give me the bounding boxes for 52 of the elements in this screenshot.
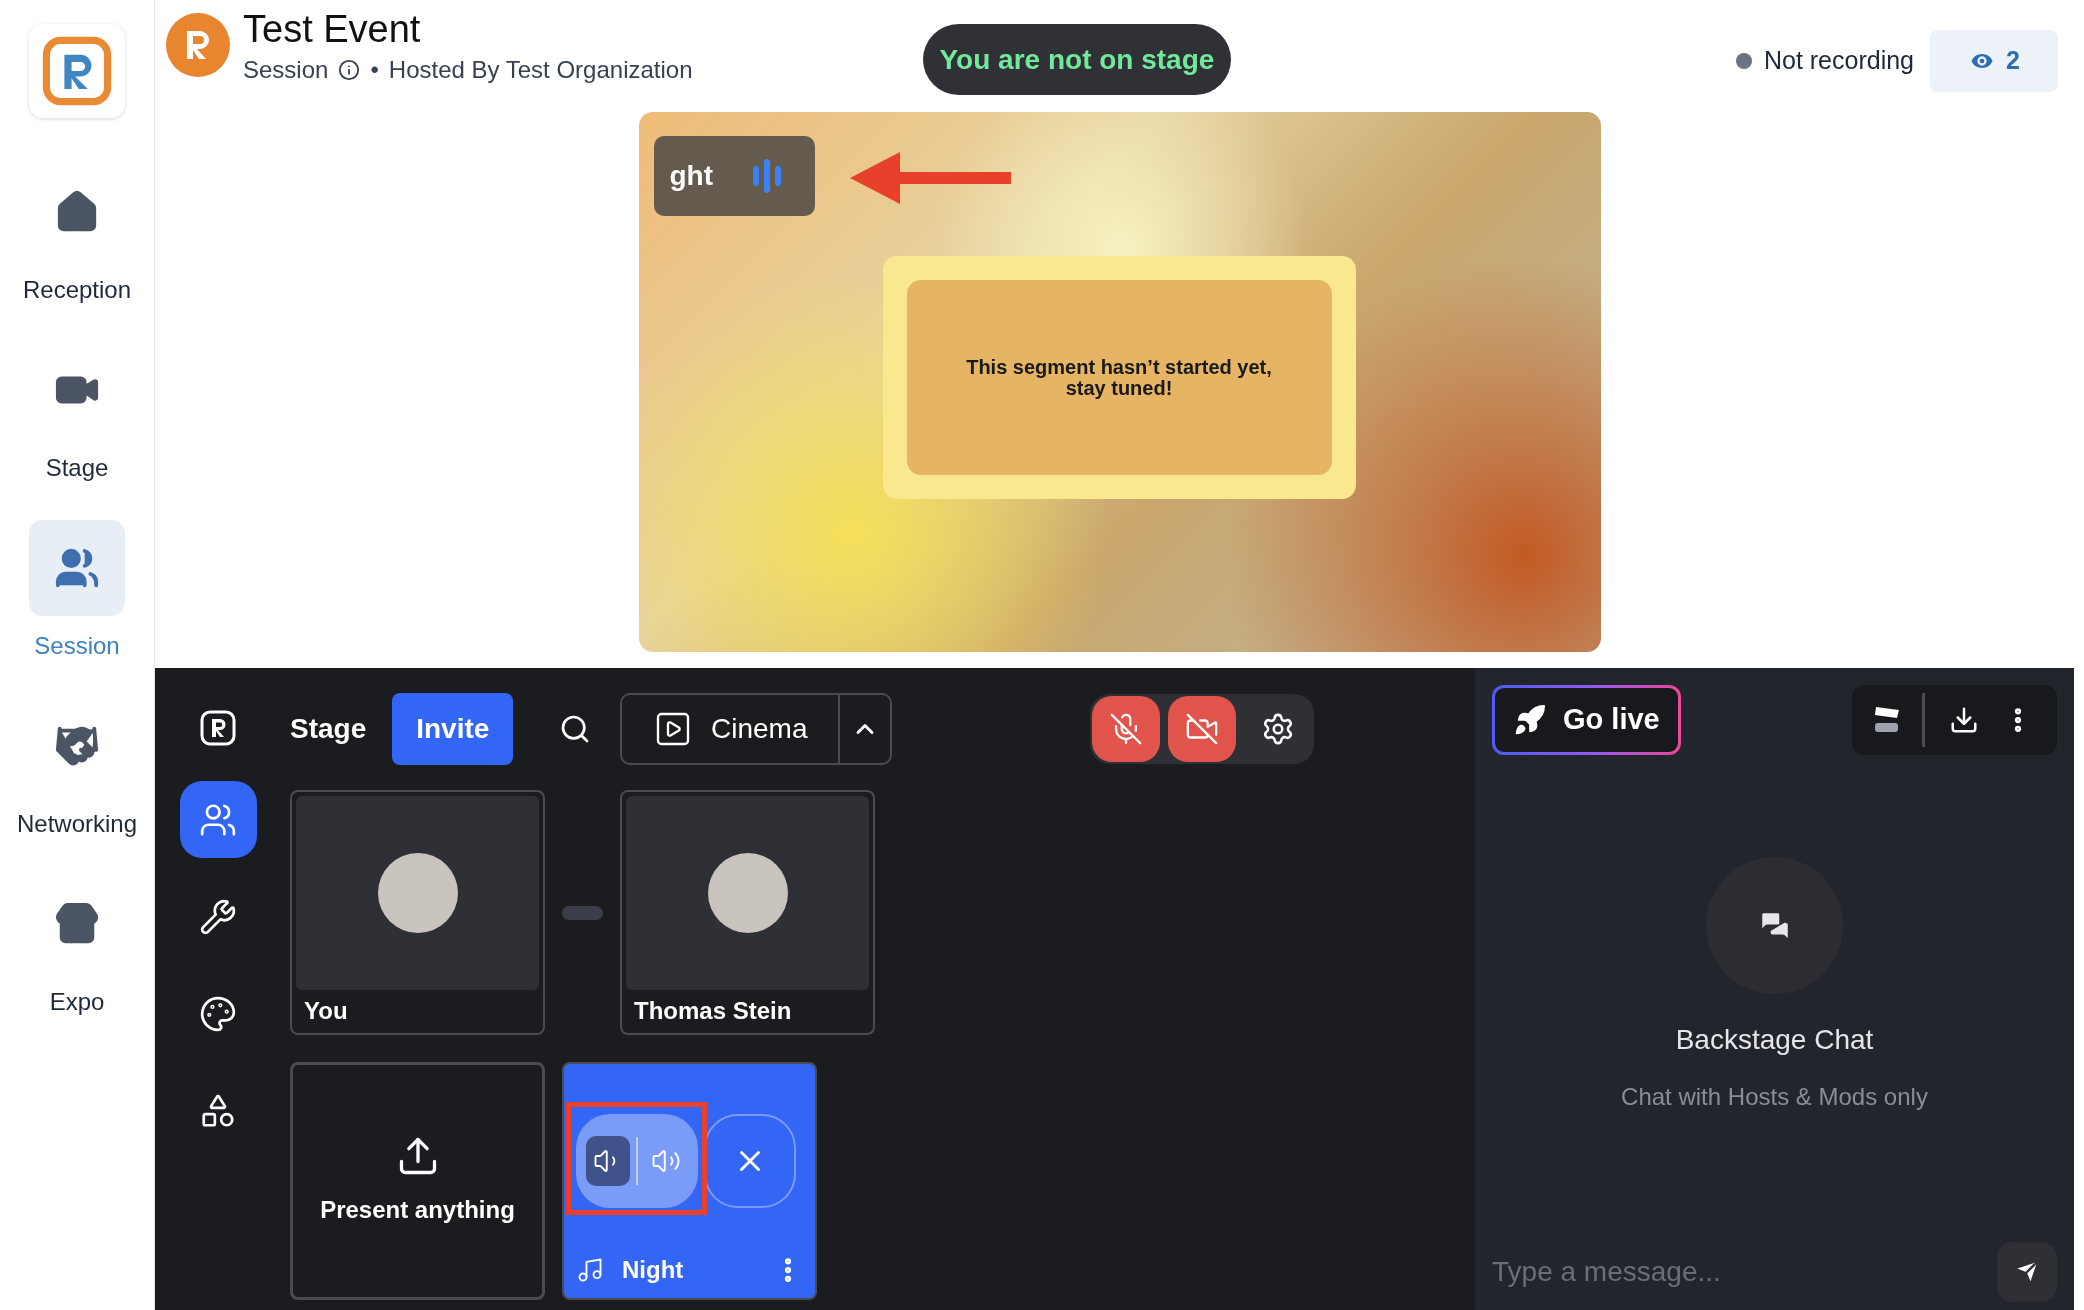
brand-icon [200, 710, 236, 746]
media-toggle[interactable] [1168, 696, 1237, 762]
message-input[interactable]: Type a message... [1492, 1251, 1997, 1293]
sidebar-item[interactable]: Expo [2, 876, 152, 1014]
sidebar-label: Expo [49, 990, 105, 1014]
download-icon[interactable] [1949, 705, 1979, 735]
sidebar-label: Session [34, 634, 120, 658]
info-icon[interactable] [338, 59, 361, 81]
microphone-off-icon [1109, 712, 1144, 746]
music-tile[interactable]: Night [562, 1062, 817, 1300]
participant-name: You [304, 996, 349, 1026]
chat-title: Backstage Chat [1675, 1023, 1874, 1057]
session-type: Session [243, 55, 329, 85]
stage-status-pill: You are not on stage [922, 24, 1232, 95]
audio-level-icon [751, 158, 784, 194]
go-live-button[interactable]: Go live [1492, 685, 1681, 755]
event-title: Test Event [243, 7, 422, 52]
sidebar-item[interactable]: Session [2, 520, 152, 658]
palette-icon [199, 994, 237, 1033]
volume-option[interactable] [586, 1136, 630, 1186]
rail-button[interactable] [179, 781, 257, 858]
recording-status: Not recording [1763, 45, 1914, 77]
sidebar-item[interactable]: Stage [2, 342, 152, 480]
music-title: Night [622, 1255, 684, 1285]
send-button[interactable] [1997, 1242, 2057, 1302]
separator-dot: • [370, 55, 379, 85]
media-toggle[interactable] [1092, 696, 1161, 762]
sidebar-label: Reception [22, 278, 132, 302]
host-text: Hosted By Test Organization [388, 55, 693, 85]
segment-message: This segment hasn’t started yet, stay tuned! [965, 356, 1273, 399]
sidebar-label: Stage [45, 456, 109, 480]
stage-title: Stage [290, 712, 367, 746]
participant-tile[interactable]: You [290, 790, 545, 1035]
sidebar-item[interactable]: Networking [2, 698, 152, 836]
logo-icon [41, 35, 113, 107]
participant-tile[interactable]: Thomas Stein [620, 790, 875, 1035]
banner-icon[interactable] [1874, 705, 1900, 735]
participant-name: Thomas Stein [634, 996, 793, 1026]
separator-bar [562, 905, 603, 920]
sidebar-item[interactable]: Reception [2, 164, 152, 302]
speaker-chip: ght [653, 136, 815, 216]
viewer-count-badge[interactable]: 2 [1930, 30, 2058, 92]
chat-subtitle: Chat with Hosts & Mods only [1621, 1082, 1928, 1112]
video-camera-off-icon [1185, 712, 1220, 746]
wrench-icon [199, 897, 237, 936]
present-anything-tile[interactable]: Present anything [290, 1062, 545, 1300]
rocket-icon [1513, 703, 1547, 737]
app-logo[interactable] [29, 24, 125, 118]
music-note-icon [576, 1256, 604, 1284]
event-logo [166, 13, 230, 77]
sidebar-label: Networking [16, 812, 137, 836]
invite-button[interactable]: Invite [392, 693, 514, 765]
